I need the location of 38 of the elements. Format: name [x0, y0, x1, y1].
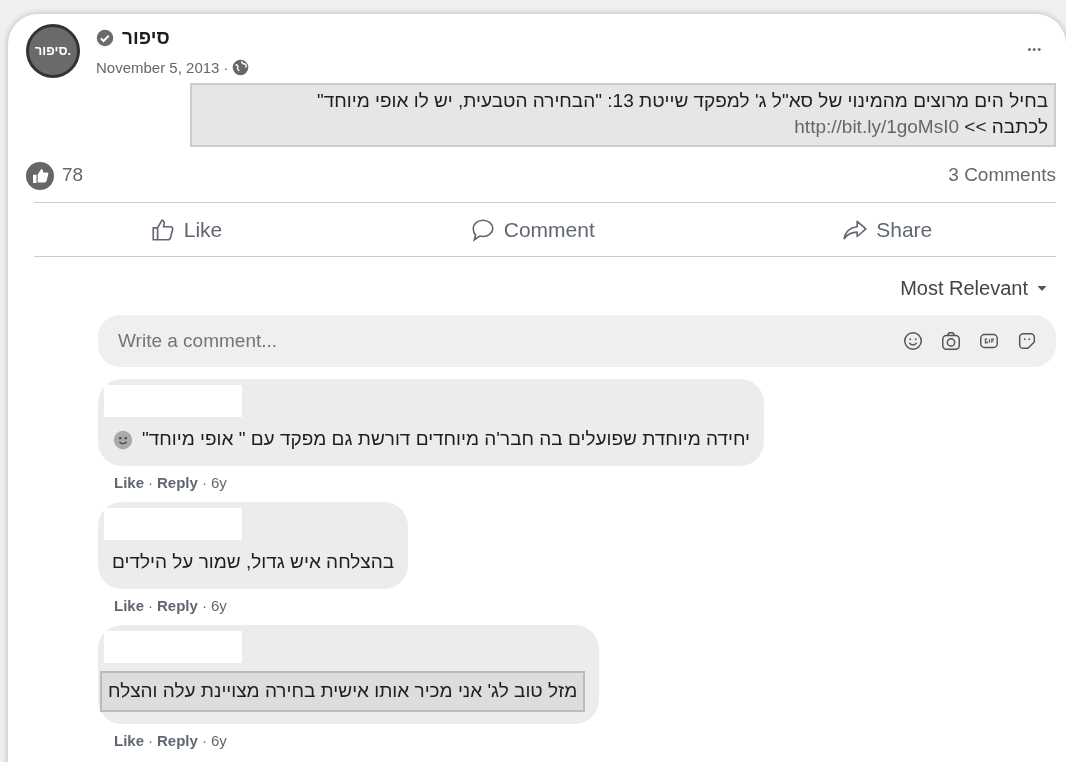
sort-dropdown[interactable]: Most Relevant	[900, 273, 1048, 304]
separator-dot: ·	[201, 472, 207, 493]
separator-dot: ·	[148, 472, 153, 493]
comment-action-link[interactable]: Like	[114, 729, 144, 753]
separator-dot: ·	[201, 730, 207, 751]
thumbs-up-icon	[149, 216, 176, 243]
comment-text: יחידה מיוחדת שפועלים בה חבר'ה מיוחדים דורשת גם מפקד עם " אופי מיוחד"	[142, 427, 751, 452]
separator-dot: ·	[201, 595, 207, 616]
comment-count[interactable]: 3 Comments	[948, 161, 1056, 190]
comment-action-link[interactable]: Like	[114, 594, 144, 618]
smiley-icon	[112, 428, 134, 451]
comment-field[interactable]: Write a comment...	[98, 315, 1056, 368]
camera-icon[interactable]	[940, 330, 962, 353]
separator-dot: ·	[148, 730, 153, 751]
comment-action-link[interactable]: Reply	[157, 471, 198, 495]
avatar[interactable]: סיפור.	[26, 24, 80, 78]
comment-time[interactable]: 6y	[210, 594, 227, 618]
like-button[interactable]: Like	[143, 212, 229, 247]
comment-action-link[interactable]: Reply	[157, 729, 198, 753]
thumbs-up-icon	[26, 161, 54, 190]
post-link[interactable]: http://bit.ly/1goMsI0	[794, 115, 960, 137]
comment-time[interactable]: 6y	[210, 729, 227, 753]
comment-action-link[interactable]: Like	[114, 471, 144, 495]
comment-input[interactable]: Write a comment...	[116, 326, 902, 357]
smiley-icon[interactable]	[902, 330, 924, 353]
comment-action-link[interactable]: Reply	[157, 594, 198, 618]
like-count[interactable]: 78	[62, 161, 84, 190]
separator-dot: ·	[148, 595, 153, 616]
post-date[interactable]: November 5, 2013	[96, 56, 220, 79]
page-name[interactable]: סיפור	[122, 24, 170, 53]
share-button[interactable]: Share	[836, 212, 939, 247]
comment-text: בהצלחה איש גדול, שמור על הילדים	[112, 550, 395, 575]
comment-button[interactable]: Comment	[463, 212, 601, 247]
separator-dot: ·	[223, 57, 229, 78]
comment-text: מזל טוב לג' אני מכיר אותו אישית בחירה מצויינת עלה והצלח	[100, 671, 586, 712]
comment-time[interactable]: 6y	[210, 471, 227, 495]
more-options-button[interactable]: •••	[1021, 40, 1048, 59]
globe-icon	[232, 59, 250, 77]
